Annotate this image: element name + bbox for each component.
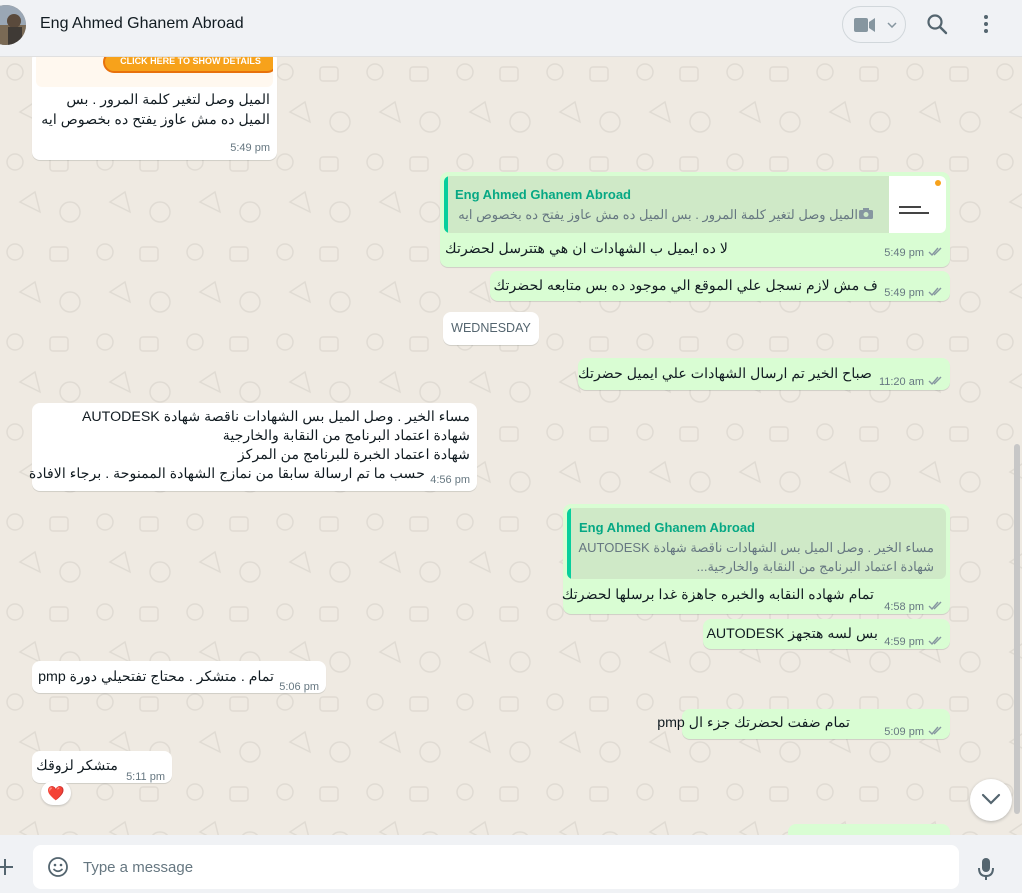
message-incoming[interactable]: CLICK HERE TO SHOW DETAILS الميل وصل لتغ…	[32, 57, 277, 160]
message-text: تمام ضفت لحضرتك جزء ال pmp	[657, 715, 850, 731]
double-check-icon	[928, 601, 942, 611]
message-text: الميل وصل لتغير كلمة المرور . بس	[66, 92, 270, 108]
message-outgoing[interactable]: Eng Ahmed Ghanem Abroad مساء الخير . وصل…	[561, 504, 950, 614]
message-text: حسب ما تم ارسالة سابقا من نمازج الشهادة …	[28, 466, 425, 482]
quote-text: مساء الخير . وصل الميل بس الشهادات ناقصة…	[578, 540, 934, 555]
heart-reaction[interactable]: ❤️	[41, 781, 71, 805]
video-call-button[interactable]	[842, 6, 906, 43]
quote-text: الميل وصل لتغير كلمة المرور . بس الميل د…	[458, 207, 858, 222]
message-incoming[interactable]: تمام . متشكر . محتاج تفتحيلي دورة pmp 5:…	[32, 661, 326, 693]
contact-avatar[interactable]	[0, 5, 26, 45]
show-details-button: CLICK HERE TO SHOW DETAILS	[103, 57, 273, 73]
chevron-down-icon	[981, 793, 1001, 805]
double-check-icon	[928, 287, 942, 297]
message-incoming[interactable]: متشكر لزوقك 5:11 pm	[32, 751, 172, 783]
camera-icon	[859, 208, 873, 219]
message-text: بس لسه هتجهز AUTODESK	[706, 626, 878, 642]
message-outgoing[interactable]: تمام ضفت لحضرتك جزء ال pmp 5:09 pm	[657, 709, 950, 739]
composer	[0, 835, 1022, 893]
message-input[interactable]	[83, 855, 943, 879]
message-text: ف مش لازم نسجل علي الموقع الي موجود ده ب…	[493, 278, 878, 294]
double-check-icon	[928, 247, 942, 257]
message-time: 4:59 pm	[884, 636, 924, 648]
message-outgoing[interactable]: Eng Ahmed Ghanem Abroad الميل وصل لتغير …	[440, 172, 950, 267]
date-separator: WEDNESDAY	[443, 312, 539, 345]
emoji-icon[interactable]	[47, 856, 69, 878]
message-time: 11:20 am	[878, 376, 924, 388]
message-outgoing[interactable]: صباح الخير تم ارسال الشهادات علي ايميل ح…	[578, 358, 950, 390]
quoted-message[interactable]: Eng Ahmed Ghanem Abroad مساء الخير . وصل…	[567, 508, 946, 579]
scroll-to-bottom-button[interactable]	[970, 779, 1012, 821]
message-text: الميل ده مش عاوز يفتح ده بخصوص ايه	[41, 112, 270, 128]
message-time: 5:49 pm	[884, 247, 924, 259]
message-time: 4:56 pm	[430, 474, 470, 486]
message-text: شهادة اعتماد الخبرة للبرنامج من المركز	[237, 447, 470, 463]
double-check-icon	[928, 726, 942, 736]
message-text: لا ده ايميل ب الشهادات ان هي هتترسل لحضر…	[445, 241, 728, 257]
message-time: 5:11 pm	[126, 771, 165, 783]
double-check-icon	[928, 636, 942, 646]
message-outgoing-partial[interactable]	[788, 824, 950, 835]
message-time: 5:49 pm	[230, 142, 270, 154]
message-text: تمام . متشكر . محتاج تفتحيلي دورة pmp	[38, 669, 274, 685]
message-outgoing[interactable]: بس لسه هتجهز AUTODESK 4:59 pm	[703, 619, 950, 649]
message-input-box[interactable]	[33, 845, 959, 889]
quote-text: شهادة اعتماد البرنامج من النقابة والخارج…	[696, 559, 934, 574]
video-call-icon	[854, 18, 875, 32]
message-incoming[interactable]: مساء الخير . وصل الميل بس الشهادات ناقصة…	[28, 403, 477, 491]
chat-header: Eng Ahmed Ghanem Abroad	[0, 0, 1022, 57]
search-icon[interactable]	[926, 13, 948, 35]
message-text: شهادة اعتماد البرنامج من النقابة والخارج…	[222, 428, 470, 444]
chevron-down-icon	[887, 22, 897, 28]
quote-thumbnail	[889, 176, 946, 233]
message-text: متشكر لزوقك	[36, 758, 118, 774]
message-text: صباح الخير تم ارسال الشهادات علي ايميل ح…	[578, 366, 872, 382]
scrollbar[interactable]	[1014, 444, 1020, 814]
message-time: 5:09 pm	[884, 726, 924, 738]
message-time: 5:49 pm	[884, 287, 924, 299]
message-time: 4:58 pm	[884, 601, 924, 613]
message-time: 5:06 pm	[279, 681, 319, 693]
contact-name[interactable]: Eng Ahmed Ghanem Abroad	[40, 15, 244, 33]
mic-icon[interactable]	[977, 857, 995, 881]
message-outgoing[interactable]: ف مش لازم نسجل علي الموقع الي موجود ده ب…	[490, 271, 950, 301]
message-text: تمام شهاده النقابه والخبره جاهزة غدا برس…	[561, 587, 874, 603]
double-check-icon	[928, 376, 942, 386]
quoted-message[interactable]: Eng Ahmed Ghanem Abroad الميل وصل لتغير …	[444, 176, 946, 233]
quote-author: Eng Ahmed Ghanem Abroad	[455, 187, 631, 202]
quote-bar	[444, 176, 448, 233]
chat-area[interactable]: CLICK HERE TO SHOW DETAILS الميل وصل لتغ…	[0, 57, 1022, 835]
menu-icon[interactable]	[976, 13, 996, 35]
quote-author: Eng Ahmed Ghanem Abroad	[579, 520, 755, 535]
plus-icon[interactable]	[0, 858, 14, 876]
quote-bar	[567, 508, 571, 579]
message-image[interactable]: CLICK HERE TO SHOW DETAILS	[36, 57, 273, 87]
message-text: مساء الخير . وصل الميل بس الشهادات ناقصة…	[81, 409, 470, 425]
